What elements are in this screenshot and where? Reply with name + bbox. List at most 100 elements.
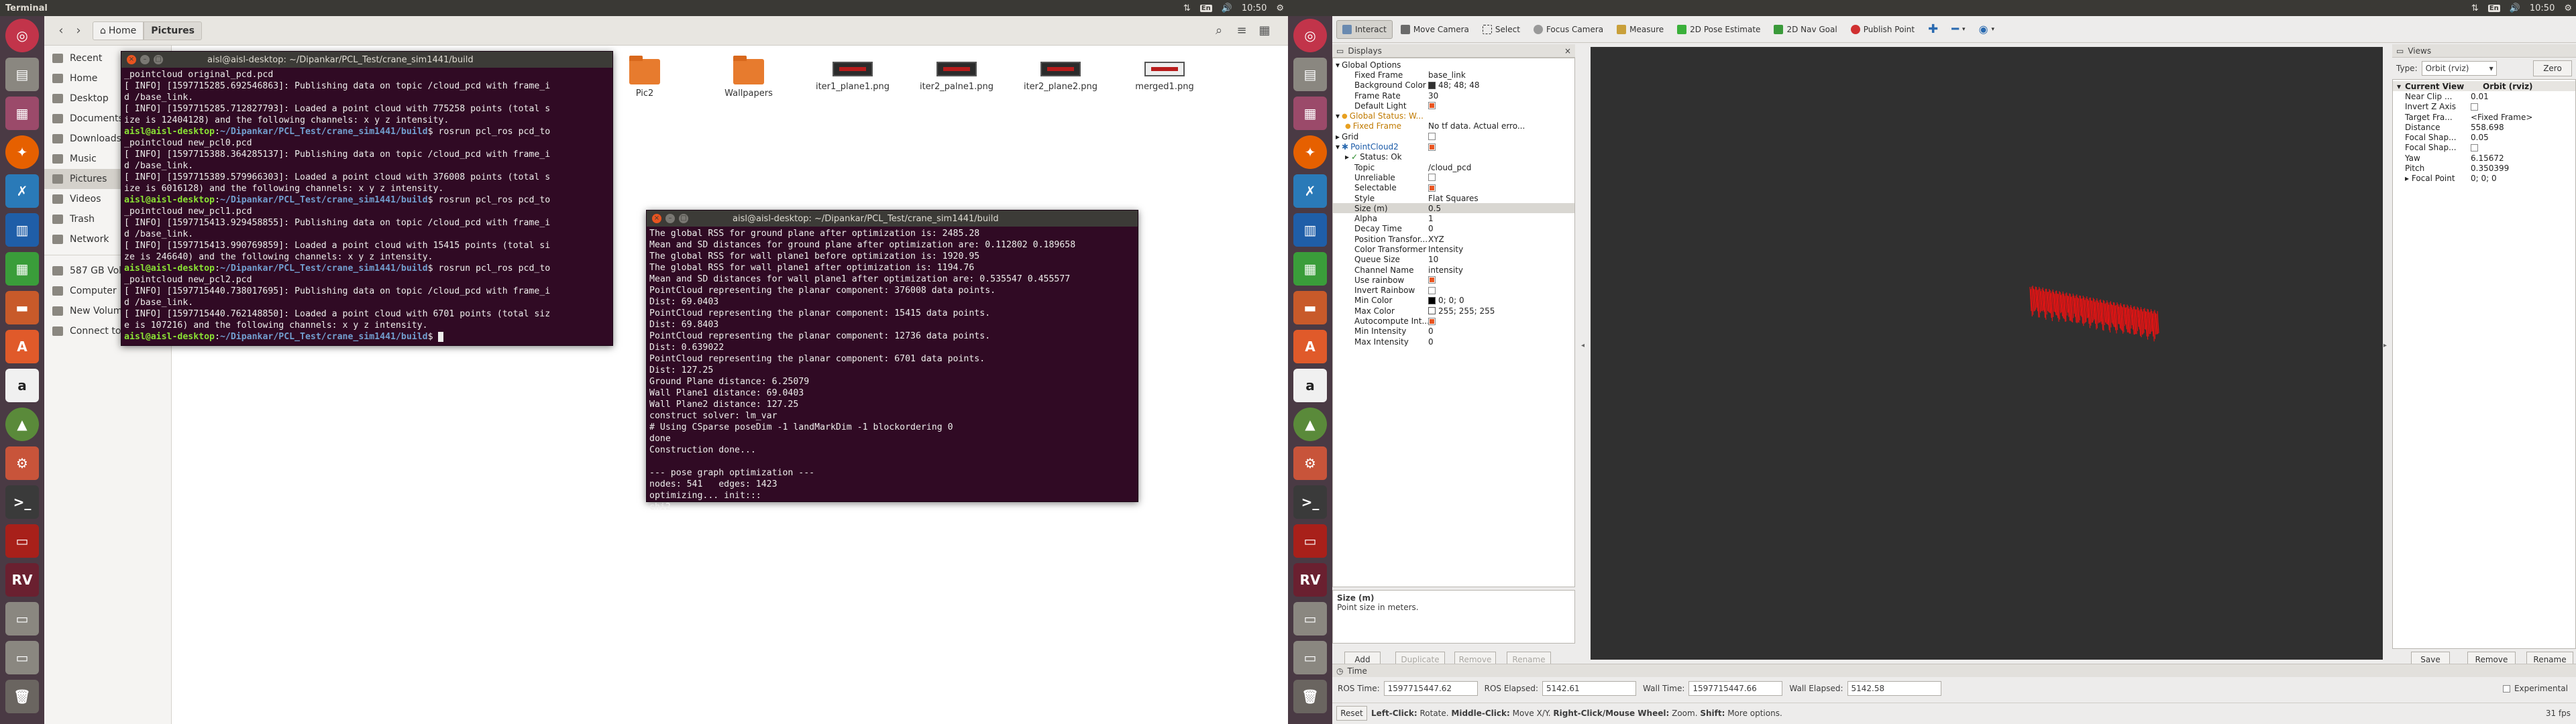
property-value[interactable]: 0; 0; 0 bbox=[1428, 296, 1574, 305]
rviz-icon[interactable]: RV bbox=[1293, 563, 1327, 597]
ubuntu-dash-icon[interactable]: ◎ bbox=[5, 19, 39, 52]
software-center-icon[interactable]: A bbox=[1293, 330, 1327, 363]
system-tray-right[interactable]: ⇅ En 🔊 10:50 ⚙ bbox=[2471, 0, 2572, 16]
search-icon[interactable]: ⌕ bbox=[1210, 22, 1228, 40]
property-value[interactable]: 0.5 bbox=[1428, 204, 1574, 213]
display-property-row[interactable]: Use rainbow bbox=[1333, 275, 1574, 285]
terminal-output[interactable]: The global RSS for ground plane after op… bbox=[647, 227, 1138, 514]
tool-interact[interactable]: Interact bbox=[1336, 19, 1393, 39]
checkbox[interactable] bbox=[1428, 276, 1436, 284]
tool-focus-camera[interactable]: Focus Camera bbox=[1528, 20, 1609, 39]
property-value[interactable] bbox=[1428, 317, 1574, 325]
clock[interactable]: 10:50 bbox=[2530, 3, 2555, 13]
displays-tree[interactable]: ▾ Global Options Fixed Frame base_link Backg… bbox=[1332, 58, 1575, 587]
expand-icon[interactable]: ▸ bbox=[2405, 174, 2412, 183]
current-view-row[interactable]: ▾ Current View Orbit (rviz) bbox=[2393, 81, 2575, 92]
view-property-row[interactable]: Pitch 0.350399 bbox=[2393, 163, 2575, 173]
property-value[interactable]: 0; 0; 0 bbox=[2471, 174, 2497, 183]
display-property-row[interactable]: Topic/cloud_pcd bbox=[1333, 162, 1574, 172]
terminal-output[interactable]: _pointcloud original_pcd.pcd[ INFO] [159… bbox=[121, 68, 612, 344]
property-value[interactable]: 10 bbox=[1428, 255, 1574, 264]
file-item[interactable]: iter2_palne1.png bbox=[913, 59, 1000, 92]
display-property-row[interactable]: Frame Rate 30 bbox=[1333, 90, 1574, 101]
display-property-row[interactable]: Max Intensity 0 bbox=[1333, 337, 1574, 347]
view-property-row[interactable]: Invert Z Axis bbox=[2393, 102, 2575, 112]
display-property-row[interactable]: Position Transfor... XYZ bbox=[1333, 234, 1574, 244]
property-value[interactable]: intensity bbox=[1428, 265, 1574, 275]
updater-icon[interactable]: ▲ bbox=[1293, 408, 1327, 441]
display-property-row[interactable]: Size (m) 0.5 bbox=[1333, 203, 1574, 214]
view-property-row[interactable]: Near Clip ... 0.01 bbox=[2393, 91, 2575, 101]
settings-icon[interactable]: ⚙ bbox=[1293, 446, 1327, 480]
property-value[interactable] bbox=[1428, 143, 1574, 151]
property-value[interactable] bbox=[1428, 133, 1574, 141]
ros-time-field[interactable]: 1597715447.62 bbox=[1383, 681, 1478, 696]
volume-icon[interactable]: 🔊 bbox=[1222, 3, 1232, 13]
property-value[interactable]: 0.350399 bbox=[2471, 164, 2509, 173]
3d-viewport[interactable] bbox=[1591, 47, 2383, 660]
display-property-row[interactable]: ▸ Grid bbox=[1333, 131, 1574, 141]
minimize-icon[interactable]: – bbox=[665, 214, 675, 223]
writer-icon[interactable]: ▥ bbox=[1293, 213, 1327, 247]
expand-icon[interactable]: ▾ bbox=[1336, 142, 1340, 152]
display-property-row[interactable]: Color Transformer Intensity bbox=[1333, 244, 1574, 254]
checkbox[interactable] bbox=[1428, 286, 1436, 294]
expand-icon[interactable]: ▾ bbox=[1336, 60, 1340, 70]
trash-icon[interactable]: 🗑 bbox=[1293, 680, 1327, 713]
property-value[interactable]: 0.05 bbox=[2471, 133, 2489, 142]
display-property-row[interactable]: Decay Time 0 bbox=[1333, 224, 1574, 234]
display-property-row[interactable]: Min Color 0; 0; 0 bbox=[1333, 296, 1574, 306]
tool-2d-pose-estimate[interactable]: 2D Pose Estimate bbox=[1672, 20, 1766, 39]
impress-icon[interactable]: ▬ bbox=[5, 291, 39, 324]
tool-2d-nav-goal[interactable]: 2D Nav Goal bbox=[1768, 20, 1842, 39]
terminal-window-1[interactable]: × – □ aisl@aisl-desktop: ~/Dipankar/PCL_… bbox=[121, 51, 613, 346]
software-center-icon[interactable]: A bbox=[5, 330, 39, 363]
views-tree[interactable]: ▾ Current View Orbit (rviz) Near Clip ..… bbox=[2392, 79, 2576, 649]
property-value[interactable] bbox=[1428, 184, 1574, 192]
property-value[interactable]: Intensity bbox=[1428, 245, 1574, 254]
terminal-icon[interactable]: >_ bbox=[5, 485, 39, 519]
firefox-icon[interactable]: ✦ bbox=[5, 135, 39, 169]
file-item[interactable]: iter2_plane2.png bbox=[1017, 59, 1104, 92]
system-tray-left[interactable]: ⇅ En 🔊 10:50 ⚙ bbox=[1183, 0, 1284, 16]
drive-icon[interactable]: ▭ bbox=[5, 602, 39, 636]
checkbox[interactable] bbox=[2471, 143, 2478, 152]
property-value[interactable]: /cloud_pcd bbox=[1428, 163, 1574, 172]
display-property-row[interactable]: ● Fixed Frame No tf data. Actual erro... bbox=[1333, 121, 1574, 131]
display-property-row[interactable]: Channel Name intensity bbox=[1333, 265, 1574, 275]
calc-icon[interactable]: ▦ bbox=[5, 252, 39, 286]
view-property-row[interactable]: Focal Shap... 0.05 bbox=[2393, 132, 2575, 142]
display-property-row[interactable]: ▾ ✱ PointCloud2 bbox=[1333, 141, 1574, 152]
view-property-row[interactable]: Focal Shap... bbox=[2393, 143, 2575, 153]
view-property-row[interactable]: ▸ Focal Point 0; 0; 0 bbox=[2393, 174, 2575, 184]
network-icon[interactable]: ⇅ bbox=[2471, 3, 2479, 13]
display-property-row[interactable]: Unreliable bbox=[1333, 172, 1574, 182]
tool-publish-point[interactable]: Publish Point bbox=[1845, 20, 1920, 39]
property-value[interactable]: 6.15672 bbox=[2471, 154, 2504, 163]
wall-elapsed-field[interactable]: 5142.58 bbox=[1847, 681, 1941, 696]
ros-elapsed-field[interactable]: 5142.61 bbox=[1542, 681, 1637, 696]
tool-move-camera[interactable]: Move Camera bbox=[1395, 20, 1474, 39]
display-property-row[interactable]: Queue Size 10 bbox=[1333, 255, 1574, 265]
property-value[interactable]: 0 bbox=[1428, 337, 1574, 347]
ubuntu-dash-icon[interactable]: ◎ bbox=[1293, 19, 1327, 52]
writer-icon[interactable]: ▥ bbox=[5, 213, 39, 247]
file-item[interactable]: Pic2 bbox=[601, 56, 688, 99]
property-value[interactable] bbox=[1428, 276, 1574, 284]
splitter-handle-right[interactable]: ▸ bbox=[2383, 342, 2387, 349]
tool-measure[interactable]: Measure bbox=[1611, 20, 1669, 39]
settings-icon[interactable]: ⚙ bbox=[5, 446, 39, 480]
property-value[interactable] bbox=[1428, 174, 1574, 182]
reset-button[interactable]: Reset bbox=[1336, 705, 1367, 721]
trash-icon[interactable]: 🗑 bbox=[5, 680, 39, 713]
monitor-icon[interactable]: ▭ bbox=[1293, 524, 1327, 558]
property-value[interactable]: 48; 48; 48 bbox=[1428, 80, 1574, 90]
display-property-row[interactable]: Invert Rainbow bbox=[1333, 286, 1574, 296]
tool-select[interactable]: Select bbox=[1477, 20, 1525, 39]
property-value[interactable]: No tf data. Actual erro... bbox=[1428, 121, 1574, 131]
property-value[interactable]: 30 bbox=[1428, 91, 1574, 101]
display-property-row[interactable]: ▾ Global Options bbox=[1333, 60, 1574, 70]
clock[interactable]: 10:50 bbox=[1242, 3, 1267, 13]
breadcrumb-home[interactable]: ⌂ Home bbox=[93, 21, 144, 40]
vscode-icon[interactable]: ✗ bbox=[5, 174, 39, 208]
